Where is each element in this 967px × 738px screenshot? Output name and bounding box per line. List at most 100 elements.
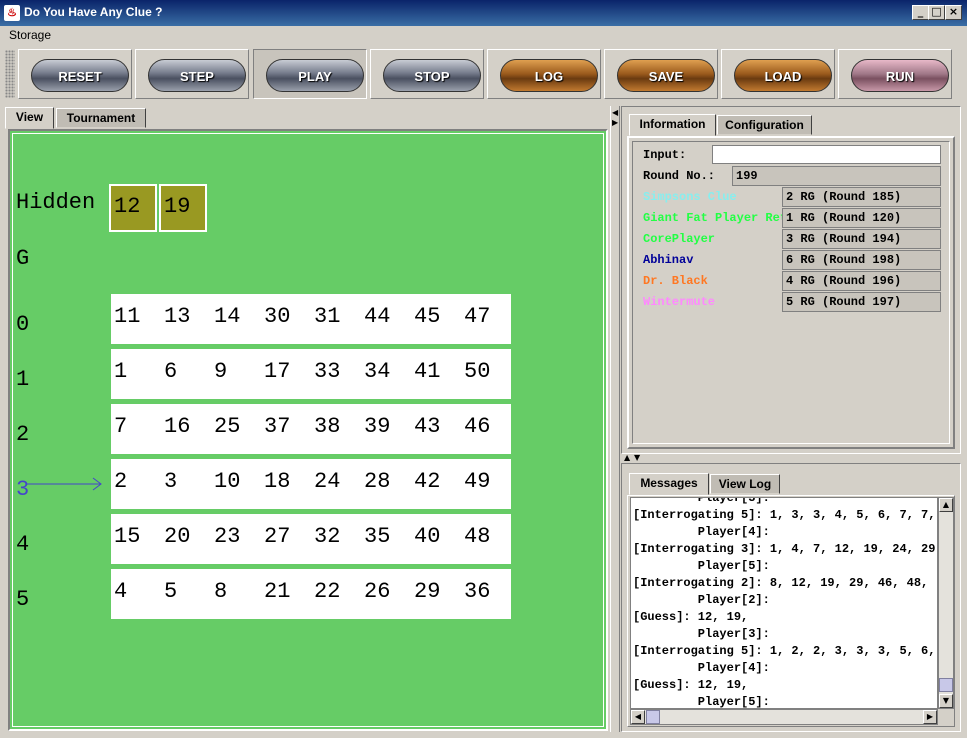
player-name: Giant Fat Player Ret (643, 211, 788, 225)
scroll-left-icon[interactable]: ◀ (631, 710, 645, 724)
menu-storage[interactable]: Storage (9, 28, 51, 42)
stop-button[interactable]: STOP (383, 59, 481, 92)
play-button[interactable]: PLAY (266, 59, 364, 92)
messages-text-area[interactable]: Player[3]: [Interrogating 5]: 1, 3, 3, 4,… (630, 497, 938, 709)
card-number: 30 (264, 304, 291, 329)
card-number: 8 (214, 579, 228, 604)
title-bar: ♨ Do You Have Any Clue ? _ □ × (0, 0, 967, 26)
horizontal-scroll-thumb[interactable] (646, 710, 660, 724)
player-status: 3 RG (Round 194) (782, 229, 941, 249)
card-number: 23 (214, 524, 241, 549)
save-button[interactable]: SAVE (617, 59, 715, 92)
scroll-up-icon[interactable]: ▲ (939, 498, 953, 512)
card-number: 11 (114, 304, 141, 329)
hidden-card: 12 (109, 184, 157, 232)
messages-section: Messages View Log Player[3]: [Interrogati… (621, 463, 961, 732)
player-name: Wintermute (643, 295, 716, 309)
save-cell: SAVE (604, 49, 718, 99)
message-line: [Guess]: 12, 19, (633, 678, 749, 692)
card-number: 48 (464, 524, 491, 549)
tab-view-log[interactable]: View Log (710, 474, 780, 494)
java-cup-icon: ♨ (4, 5, 20, 21)
card-number: 34 (364, 359, 391, 384)
card-number: 16 (164, 414, 191, 439)
close-button[interactable]: × (945, 5, 962, 20)
collapse-down-icon[interactable]: ▼ (634, 453, 640, 462)
player-card-row: 2 3 10 18 24 28 42 49 (111, 459, 511, 509)
player-name: Simpsons Clue (643, 190, 737, 204)
menu-bar: Storage (0, 26, 967, 46)
player-name: Abhinav (643, 253, 694, 267)
card-number: 24 (314, 469, 341, 494)
collapse-up-icon[interactable]: ▲ (624, 453, 630, 462)
play-cell: PLAY (253, 49, 367, 99)
message-line: [Interrogating 2]: 8, 12, 19, 29, 46, 48… (633, 576, 929, 590)
card-number: 37 (264, 414, 291, 439)
maximize-button[interactable]: □ (928, 5, 945, 20)
message-line: Player[5]: (633, 695, 770, 709)
game-board: Hidden 12 19 G 0 11 13 14 30 31 44 45 47 1 1 6 9 17 33… (12, 133, 604, 727)
card-number: 21 (264, 579, 291, 604)
message-line: Player[4]: (633, 661, 770, 675)
card-number: 26 (364, 579, 391, 604)
card-number: 9 (214, 359, 228, 384)
vertical-splitter[interactable]: ◀ ▶ (610, 106, 620, 732)
message-line: [Interrogating 3]: 1, 4, 7, 12, 19, 24, … (633, 542, 938, 556)
reset-button[interactable]: RESET (31, 59, 129, 92)
vertical-scrollbar[interactable]: ▲ ▼ (938, 497, 954, 709)
tab-configuration[interactable]: Configuration (717, 115, 812, 135)
player-name: Dr. Black (643, 274, 708, 288)
run-cell: RUN (838, 49, 952, 99)
player-card-row: 1 6 9 17 33 34 41 50 (111, 349, 511, 399)
card-number: 50 (464, 359, 491, 384)
vertical-scroll-thumb[interactable] (939, 678, 953, 692)
tab-information[interactable]: Information (629, 114, 716, 136)
hidden-label: Hidden (16, 190, 96, 215)
round-value: 199 (732, 166, 941, 186)
run-button[interactable]: RUN (851, 59, 949, 92)
information-content: Input: Round No.: 199 Simpsons Clue 2 RG … (632, 141, 950, 444)
log-cell: LOG (487, 49, 601, 99)
player-card-row: 15 20 23 27 32 35 40 48 (111, 514, 511, 564)
tab-view[interactable]: View (5, 107, 54, 129)
horizontal-scrollbar[interactable]: ◀ ▶ (630, 709, 938, 725)
card-number: 22 (314, 579, 341, 604)
card-number: 49 (464, 469, 491, 494)
toolbar-grip[interactable] (5, 50, 15, 98)
player-card-row: 4 5 8 21 22 26 29 36 (111, 569, 511, 619)
card-number: 25 (214, 414, 241, 439)
card-number: 33 (314, 359, 341, 384)
log-button[interactable]: LOG (500, 59, 598, 92)
round-label: Round No.: (643, 169, 716, 183)
card-number: 31 (314, 304, 341, 329)
card-number: 13 (164, 304, 191, 329)
card-number: 44 (364, 304, 391, 329)
card-number: 39 (364, 414, 391, 439)
collapse-left-icon[interactable]: ◀ (612, 108, 618, 117)
collapse-right-icon[interactable]: ▶ (612, 118, 618, 127)
card-number: 1 (114, 359, 128, 384)
step-button[interactable]: STEP (148, 59, 246, 92)
card-number: 43 (414, 414, 441, 439)
toolbar: RESET STEP PLAY STOP LOG SAVE LOAD RUN (0, 46, 967, 104)
card-number: 38 (314, 414, 341, 439)
message-line: [Interrogating 5]: 1, 3, 3, 4, 5, 6, 7, … (633, 508, 938, 522)
card-number: 35 (364, 524, 391, 549)
tab-messages[interactable]: Messages (629, 473, 709, 495)
minimize-button[interactable]: _ (912, 5, 929, 20)
load-cell: LOAD (721, 49, 835, 99)
scroll-right-icon[interactable]: ▶ (923, 710, 937, 724)
load-button[interactable]: LOAD (734, 59, 832, 92)
card-number: 41 (414, 359, 441, 384)
horizontal-splitter[interactable]: ▲ ▼ (621, 453, 961, 463)
window-title: Do You Have Any Clue ? (24, 5, 163, 19)
card-number: 29 (414, 579, 441, 604)
reset-cell: RESET (18, 49, 132, 99)
tab-tournament[interactable]: Tournament (56, 108, 146, 128)
card-number: 20 (164, 524, 191, 549)
information-panel: Input: Round No.: 199 Simpsons Clue 2 RG … (627, 136, 955, 449)
scroll-down-icon[interactable]: ▼ (939, 694, 953, 708)
messages-panel: Player[3]: [Interrogating 5]: 1, 3, 3, 4,… (627, 495, 955, 727)
input-field[interactable] (712, 145, 941, 164)
row-label: 2 (16, 422, 30, 447)
